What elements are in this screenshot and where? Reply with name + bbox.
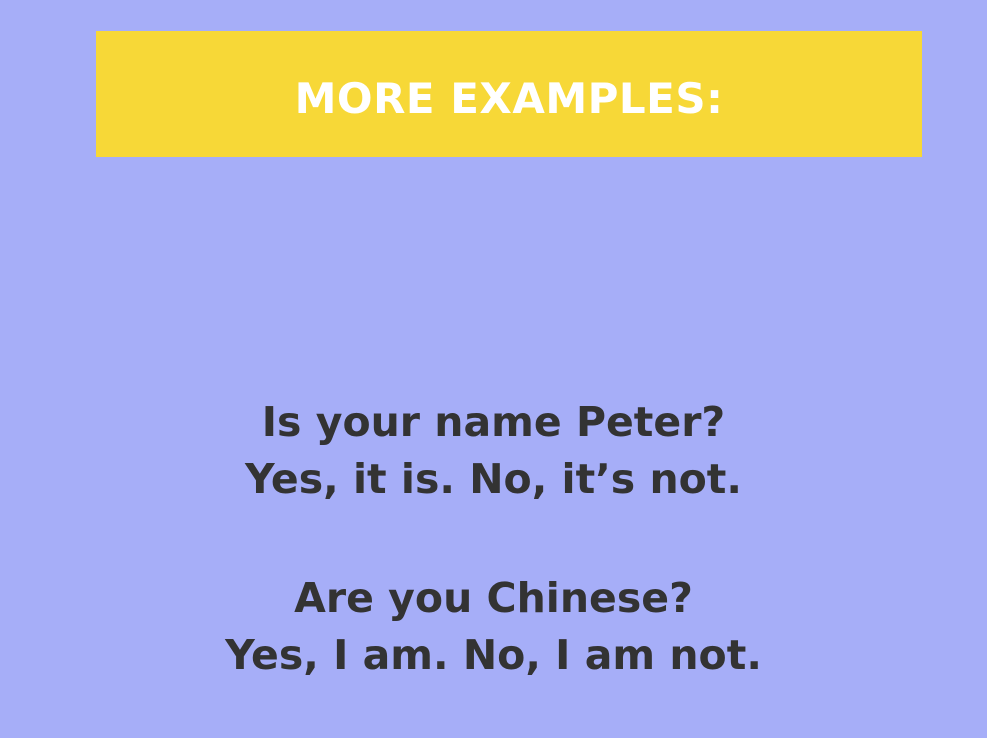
heading-banner: MORE EXAMPLES:: [96, 31, 922, 157]
example-question: Are you Chinese?: [294, 574, 693, 622]
example-question: Is your name Peter?: [261, 398, 726, 446]
page-title: MORE EXAMPLES:: [294, 74, 724, 123]
example-answer: Yes, I am. No, I am not.: [225, 631, 762, 679]
example-2: Are you Chinese? Yes, I am. No, I am not…: [0, 570, 987, 684]
example-answer: Yes, it is. No, it’s not.: [245, 455, 742, 503]
example-1: Is your name Peter? Yes, it is. No, it’s…: [0, 394, 987, 508]
